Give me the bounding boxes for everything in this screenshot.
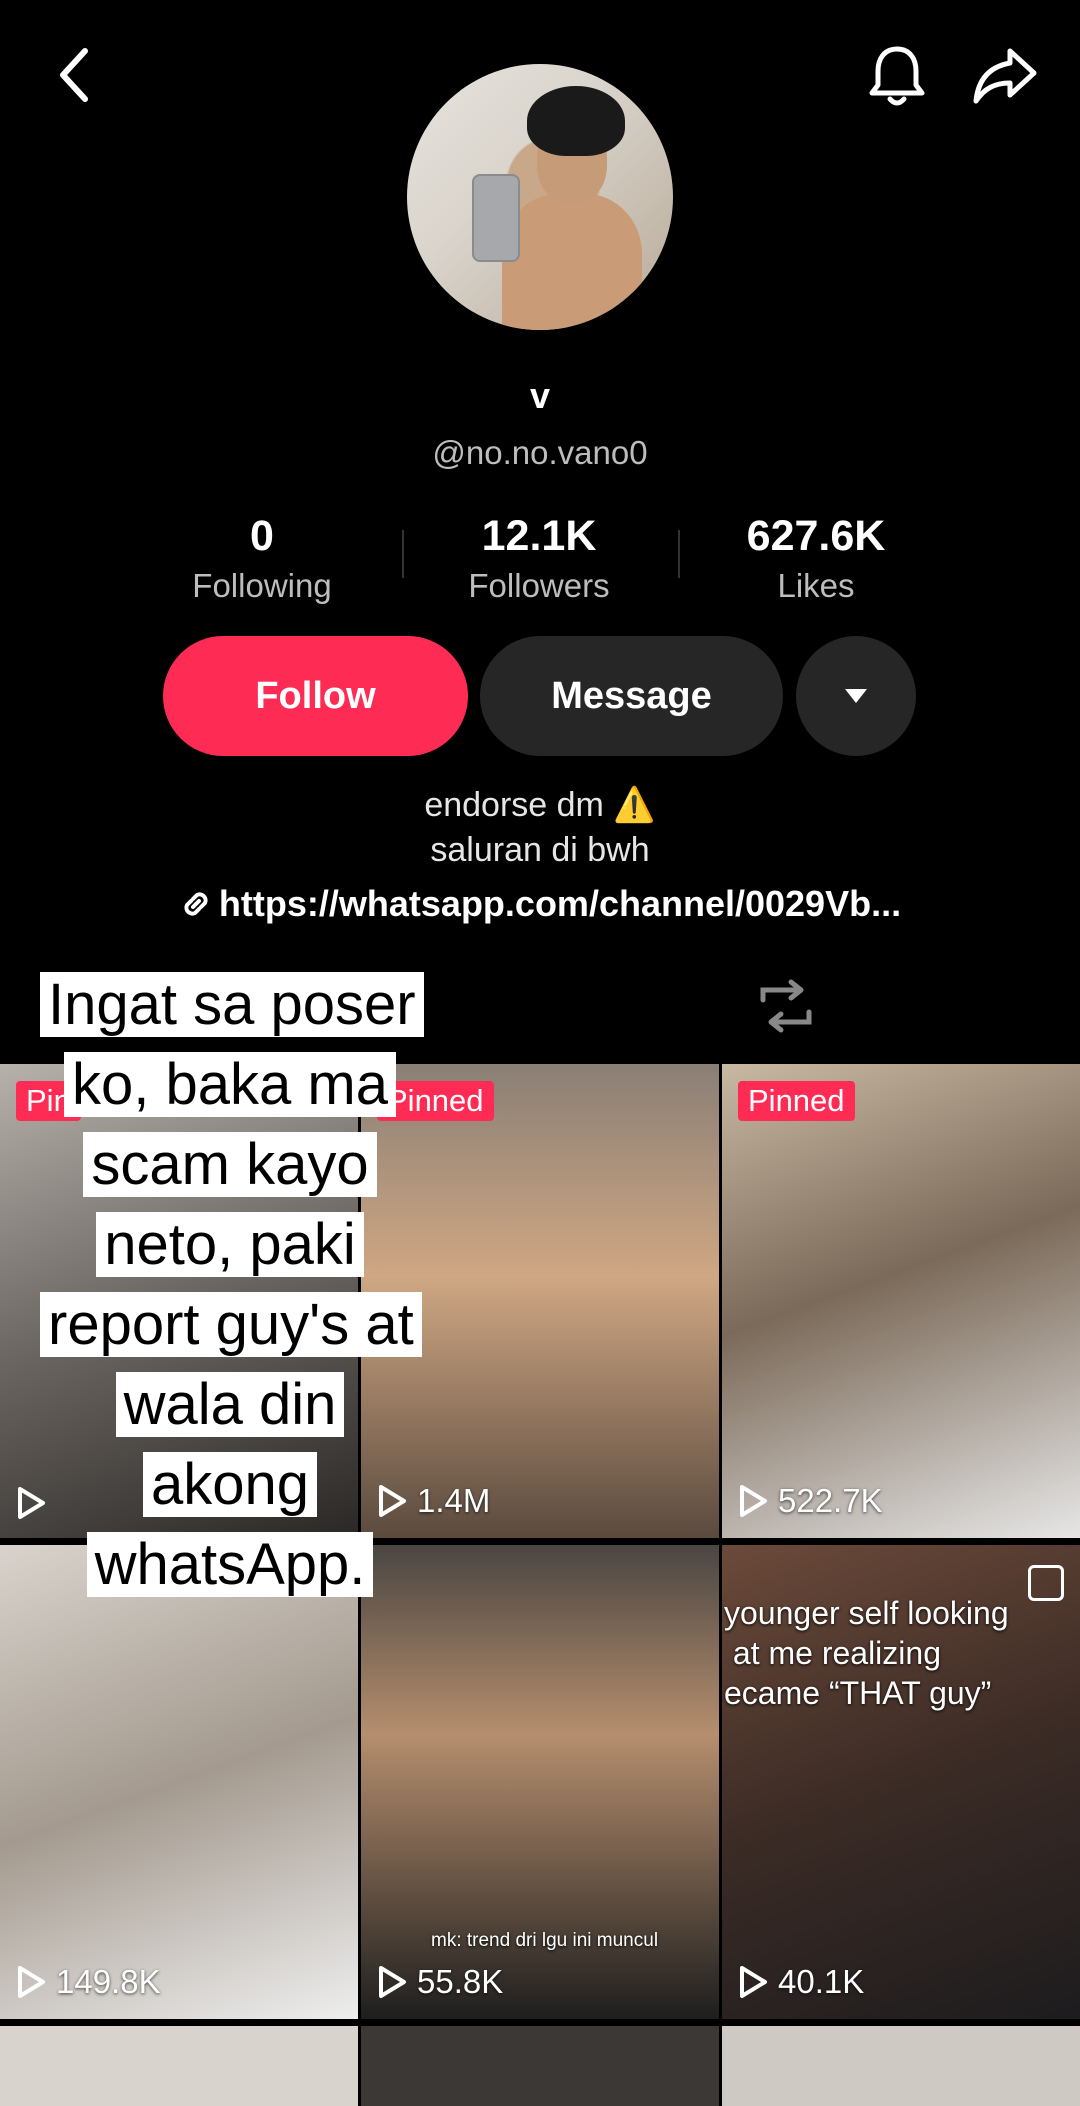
video-thumb[interactable] <box>361 2026 719 2106</box>
multi-photo-icon <box>1028 1565 1064 1601</box>
view-count: 522.7K <box>738 1482 883 1520</box>
warning-text: Ingat sa poser ko, baka ma scam kayo net… <box>40 972 424 1597</box>
video-thumb[interactable] <box>0 2026 358 2106</box>
followers-label: Followers <box>468 567 610 604</box>
stat-divider <box>402 530 404 578</box>
profile-avatar[interactable] <box>407 64 673 330</box>
video-thumb[interactable]: younger self looking at me realizing eca… <box>722 1545 1080 2019</box>
pinned-badge: Pinned <box>738 1081 855 1121</box>
view-count-text: 149.8K <box>56 1963 161 2000</box>
chevron-left-icon <box>60 48 88 102</box>
bio-link[interactable]: https://whatsapp.com/channel/0029Vb... <box>0 883 1080 925</box>
share-button[interactable] <box>970 40 1040 110</box>
video-caption: mk: trend dri lgu ini muncul <box>431 1930 659 1951</box>
share-arrow-icon <box>973 48 1037 104</box>
link-icon <box>184 892 208 916</box>
repost-icon <box>760 979 812 1033</box>
play-icon <box>18 1966 45 1998</box>
play-icon <box>379 1966 406 1998</box>
bell-icon <box>869 46 925 106</box>
profile-name: v <box>529 375 551 416</box>
video-thumb[interactable]: Pinned 522.7K <box>722 1064 1080 1538</box>
likes-count: 627.6K <box>746 512 886 560</box>
view-count: 149.8K <box>16 1963 161 2001</box>
view-count: 55.8K <box>377 1963 503 2001</box>
bio-link-text: https://whatsapp.com/channel/0029Vb... <box>218 883 902 924</box>
message-button[interactable]: Message <box>480 636 783 756</box>
follow-button-label: Follow <box>255 674 376 717</box>
view-count-text: 522.7K <box>778 1482 883 1519</box>
video-caption: younger self looking at me realizing eca… <box>724 1595 1009 1711</box>
message-button-label: Message <box>551 674 712 717</box>
play-icon <box>740 1485 767 1517</box>
back-button[interactable] <box>40 40 110 110</box>
video-thumb[interactable] <box>722 2026 1080 2106</box>
video-thumb[interactable]: mk: trend dri lgu ini muncul 55.8K <box>361 1545 719 2019</box>
likes-label: Likes <box>777 567 855 604</box>
stat-following[interactable]: 0 Following <box>142 512 382 605</box>
play-icon <box>740 1966 767 1998</box>
bio-line-2: saluran di bwh <box>430 831 650 869</box>
tab-reposts[interactable] <box>755 978 817 1039</box>
stat-followers[interactable]: 12.1K Followers <box>419 512 659 605</box>
bio-line-1: endorse dm ⚠️ <box>424 786 656 824</box>
following-label: Following <box>192 567 332 604</box>
view-count-text: 55.8K <box>417 1963 504 2000</box>
follow-button[interactable]: Follow <box>163 636 468 756</box>
view-count: 40.1K <box>738 1963 864 2001</box>
suggested-accounts-button[interactable] <box>796 636 916 756</box>
view-count-text: 40.1K <box>778 1963 865 2000</box>
following-count: 0 <box>250 512 274 560</box>
stat-likes: 627.6K Likes <box>696 512 936 605</box>
caret-down-icon <box>845 689 867 703</box>
profile-handle: @no.no.vano0 <box>432 434 648 471</box>
video-thumb[interactable]: 149.8K <box>0 1545 358 2019</box>
stat-divider <box>678 530 680 578</box>
notification-button[interactable] <box>862 38 932 114</box>
followers-count: 12.1K <box>481 512 597 560</box>
warning-overlay-text: Ingat sa poser ko, baka ma scam kayo net… <box>40 965 424 1605</box>
view-count-text: 1.4M <box>417 1482 491 1519</box>
